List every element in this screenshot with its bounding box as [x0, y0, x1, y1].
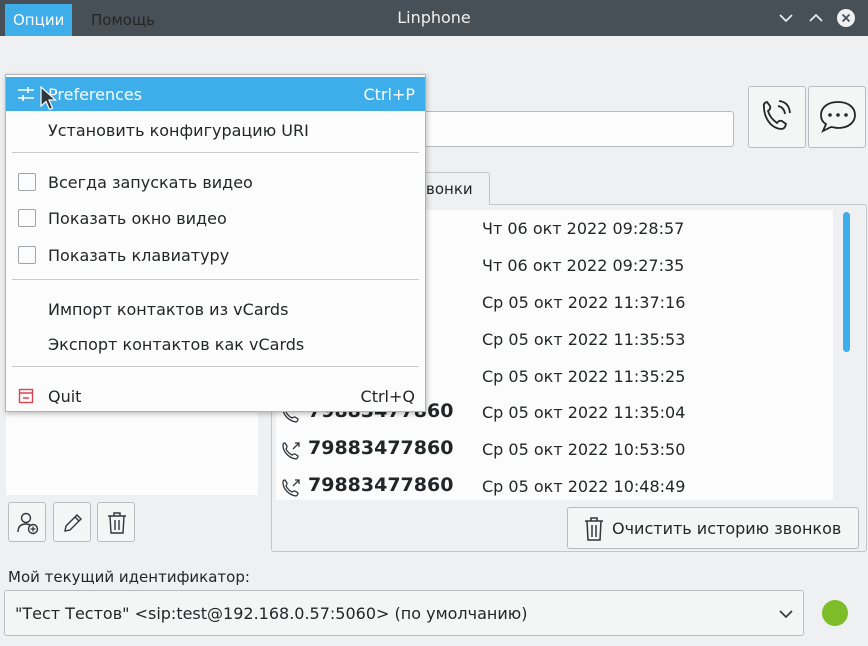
sliders-icon: [18, 87, 34, 101]
menu-item-export-vcards[interactable]: Экспорт контактов как vCards: [6, 327, 425, 361]
history-date: Ср 05 окт 2022 11:37:16: [482, 293, 686, 312]
menu-item-quit[interactable]: Quit Ctrl+Q: [6, 379, 425, 413]
history-number: 79883477860: [308, 474, 454, 496]
checkbox-always-start-video[interactable]: [18, 173, 36, 191]
menu-item-preferences[interactable]: Preferences Ctrl+P: [6, 77, 425, 111]
chevron-down-icon: [779, 610, 793, 619]
menu-item-always-start-video-label: Всегда запускать видео: [48, 173, 253, 192]
menu-item-quit-label: Quit: [48, 387, 82, 406]
history-date: Чт 06 окт 2022 09:28:57: [482, 219, 685, 238]
history-date: Ср 05 окт 2022 10:48:49: [482, 477, 686, 496]
history-date: Ср 05 окт 2022 11:35:04: [482, 403, 686, 422]
menu-item-import-vcards-label: Импорт контактов из vCards: [48, 300, 289, 319]
history-date: Ср 05 окт 2022 11:35:53: [482, 330, 686, 349]
identity-value: "Тест Тестов" <sip:test@192.168.0.57:506…: [15, 604, 528, 623]
close-button[interactable]: [834, 6, 858, 30]
menu-separator: [12, 366, 419, 367]
add-contact-button[interactable]: [8, 502, 46, 542]
menu-item-set-config-uri-label: Установить конфигурацию URI: [48, 121, 309, 140]
history-row[interactable]: 79883477860 Ср 05 окт 2022 10:48:49: [276, 468, 833, 505]
chat-button[interactable]: [808, 86, 866, 148]
identity-label: Мой текущий идентификатор:: [8, 568, 250, 586]
outgoing-call-icon: [282, 479, 300, 497]
quit-icon: [18, 388, 34, 404]
menu-item-show-video-window[interactable]: Показать окно видео: [6, 201, 425, 235]
clear-history-button[interactable]: Очистить историю звонков: [567, 507, 859, 549]
menu-separator: [12, 279, 419, 280]
history-number: 79883477860: [308, 437, 454, 459]
menu-separator: [12, 152, 419, 153]
options-dropdown-menu: Preferences Ctrl+P Установить конфигурац…: [5, 74, 426, 412]
menu-bar: [0, 36, 868, 74]
menu-item-show-keypad[interactable]: Показать клавиатуру: [6, 238, 425, 272]
mouse-cursor-icon: [40, 86, 58, 111]
menu-options[interactable]: Опции: [5, 4, 73, 36]
phone-icon: [762, 100, 791, 130]
menu-item-export-vcards-label: Экспорт контактов как vCards: [48, 335, 305, 354]
identity-select[interactable]: "Тест Тестов" <sip:test@192.168.0.57:506…: [4, 590, 804, 636]
menu-item-preferences-label: Preferences: [48, 85, 143, 104]
add-contact-icon: [17, 512, 39, 535]
sip-address-input[interactable]: [420, 111, 734, 147]
menu-help[interactable]: Помощь: [83, 4, 163, 36]
menu-item-show-keypad-label: Показать клавиатуру: [48, 246, 230, 265]
menu-item-preferences-shortcut: Ctrl+P: [363, 85, 415, 104]
menu-item-show-video-window-label: Показать окно видео: [48, 209, 227, 228]
outgoing-call-icon: [282, 442, 300, 460]
minimize-button[interactable]: [774, 6, 798, 30]
call-button[interactable]: [748, 86, 806, 148]
checkbox-show-video-window[interactable]: [18, 209, 36, 227]
delete-contact-button[interactable]: [97, 502, 135, 542]
trash-icon: [108, 512, 126, 534]
history-scrollbar-thumb[interactable]: [843, 212, 850, 352]
menu-item-import-vcards[interactable]: Импорт контактов из vCards: [6, 292, 425, 326]
menu-item-always-start-video[interactable]: Всегда запускать видео: [6, 165, 425, 199]
checkbox-show-keypad[interactable]: [18, 246, 36, 264]
edit-contact-button[interactable]: [53, 502, 91, 542]
chat-bubble-icon: [820, 101, 856, 133]
history-date: Чт 06 окт 2022 09:27:35: [482, 256, 685, 275]
maximize-button[interactable]: [804, 6, 828, 30]
history-date: Ср 05 окт 2022 10:53:50: [482, 440, 686, 459]
presence-status-indicator[interactable]: [822, 600, 848, 626]
tab-call-history-label: вонки: [426, 180, 473, 198]
clear-history-label: Очистить историю звонков: [612, 519, 842, 538]
menu-item-quit-shortcut: Ctrl+Q: [360, 387, 415, 406]
pencil-icon: [64, 514, 82, 532]
history-date: Ср 05 окт 2022 11:35:25: [482, 367, 686, 386]
history-row[interactable]: 79883477860 Ср 05 окт 2022 10:53:50: [276, 431, 833, 468]
menu-item-set-config-uri[interactable]: Установить конфигурацию URI: [6, 113, 425, 147]
trash-icon: [585, 517, 603, 541]
